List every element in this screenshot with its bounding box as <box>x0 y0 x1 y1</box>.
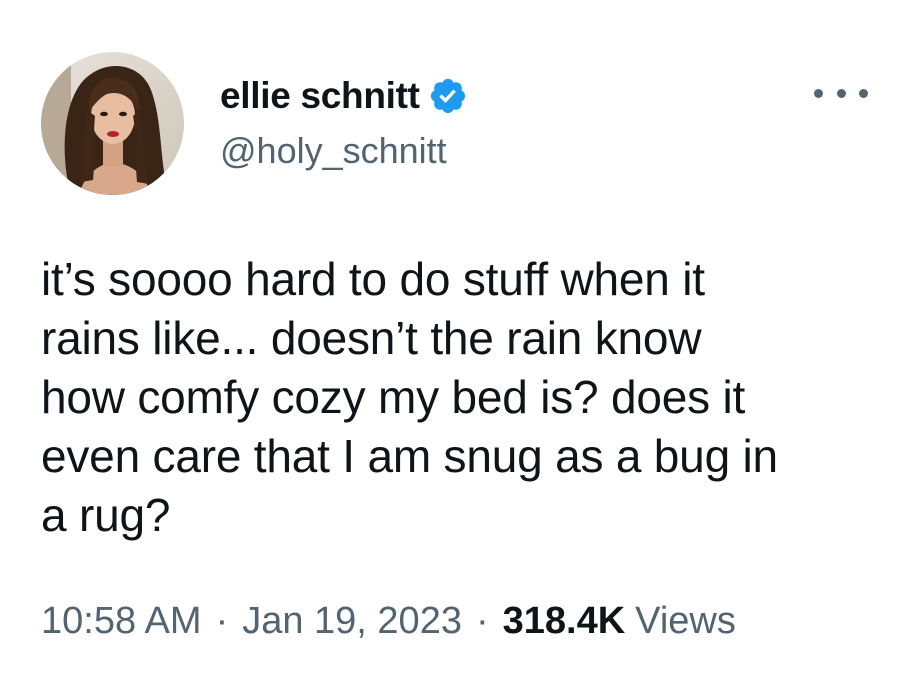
tweet-card: ellie schnitt @holy_schnitt it’s soooo h… <box>0 0 914 700</box>
meta-separator: · <box>475 600 489 642</box>
avatar-photo <box>41 52 184 195</box>
author-name-row: ellie schnitt <box>220 74 468 118</box>
more-dot <box>836 88 846 98</box>
more-horizontal-icon[interactable] <box>814 78 868 108</box>
views-label: Views <box>635 600 736 642</box>
views-count[interactable]: 318.4K <box>503 600 626 643</box>
more-dot <box>859 88 868 98</box>
meta-separator: · <box>215 600 229 642</box>
avatar[interactable] <box>41 52 184 195</box>
tweet-text: it’s soooo hard to do stuff when it rain… <box>41 253 778 541</box>
tweet-time[interactable]: 10:58 AM <box>41 600 202 643</box>
tweet-meta: 10:58 AM · Jan 19, 2023 · 318.4K Views <box>41 600 736 643</box>
author-display-name[interactable]: ellie schnitt <box>220 75 420 117</box>
more-dot <box>814 88 823 98</box>
tweet-date[interactable]: Jan 19, 2023 <box>242 600 462 643</box>
verified-badge-icon[interactable] <box>428 76 468 116</box>
author-handle[interactable]: @holy_schnitt <box>220 130 447 172</box>
